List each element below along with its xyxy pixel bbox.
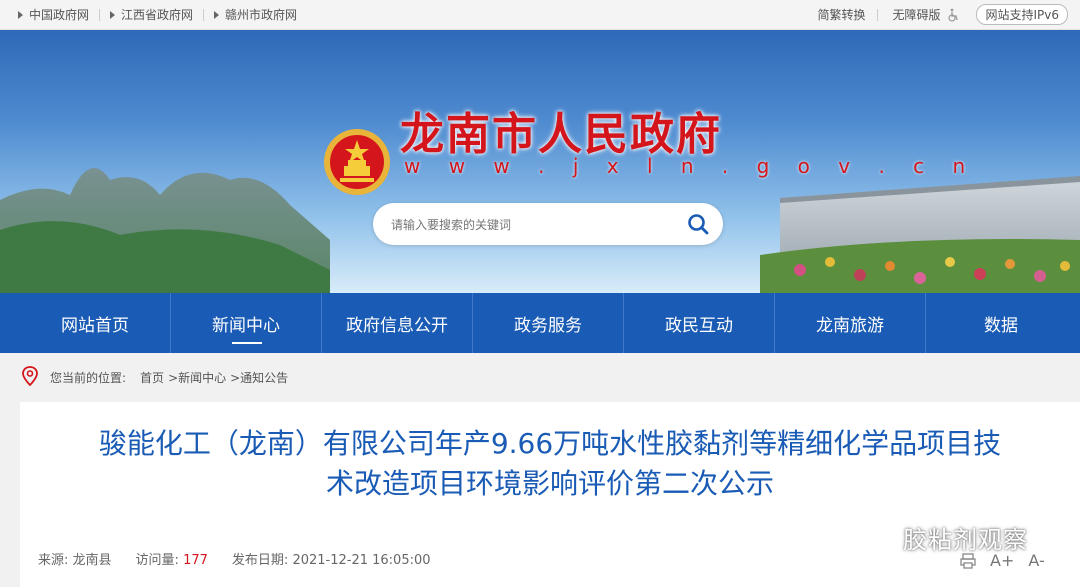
location-pin-icon — [22, 366, 38, 386]
breadcrumb-trail: 您当前的位置: 首页 >新闻中心 >通知公告 — [50, 369, 292, 386]
nav-item-interaction[interactable]: 政民互动 — [623, 293, 774, 353]
national-emblem-icon — [324, 129, 390, 195]
article-title: 骏能化工（龙南）有限公司年产9.66万吨水性胶黏剂等精细化学品项目技 术改造项目… — [20, 424, 1080, 504]
divider — [99, 8, 101, 21]
nav-item-gov-info[interactable]: 政府信息公开 — [321, 293, 472, 353]
top-link-jiangxi[interactable]: 江西省政府网 — [110, 6, 193, 23]
wechat-watermark: 胶粘剂观察 — [857, 520, 1028, 555]
search-box — [373, 203, 723, 245]
nav-item-data[interactable]: 数据 — [925, 293, 1076, 353]
print-icon[interactable] — [960, 552, 976, 569]
article-date: 发布日期: 2021-12-21 16:05:00 — [231, 553, 431, 568]
main-nav: 网站首页 新闻中心 政府信息公开 政务服务 政民互动 龙南旅游 数据 — [0, 293, 1080, 353]
font-decrease-button[interactable]: A- — [1028, 551, 1044, 570]
watermark-text: 胶粘剂观察 — [903, 526, 1028, 554]
triangle-right-icon — [110, 10, 116, 19]
breadcrumb-home[interactable]: 首页 — [140, 369, 164, 386]
top-links: 中国政府网 江西省政府网 赣州市政府网 — [18, 0, 307, 29]
article-meta: 来源: 龙南县 访问量: 177 发布日期: 2021-12-21 16:05:… — [38, 549, 455, 568]
wheelchair-icon[interactable] — [946, 8, 960, 22]
article-visits: 访问量: 177 — [135, 553, 208, 568]
top-link-gov-cn[interactable]: 中国政府网 — [18, 6, 89, 23]
wechat-icon — [858, 524, 894, 551]
divider — [203, 8, 205, 21]
breadcrumb-notices[interactable]: >通知公告 — [230, 369, 288, 386]
site-title: 龙南市人民政府 — [400, 109, 722, 160]
nav-item-services[interactable]: 政务服务 — [472, 293, 623, 353]
nav-item-news[interactable]: 新闻中心 — [170, 293, 321, 353]
nav-item-home[interactable]: 网站首页 — [20, 293, 170, 353]
search-input[interactable] — [389, 214, 673, 236]
top-bar: 中国政府网 江西省政府网 赣州市政府网 简繁转换 无障碍版 网站支持IPv6 — [0, 0, 1080, 30]
traditional-toggle[interactable]: 简繁转换 — [817, 6, 865, 23]
search-icon[interactable] — [687, 213, 709, 235]
ipv6-badge: 网站支持IPv6 — [976, 4, 1068, 25]
breadcrumb-news[interactable]: >新闻中心 — [168, 369, 226, 386]
site-url: w w w . j x l n . g o v . c n — [404, 154, 977, 178]
nav-item-tourism[interactable]: 龙南旅游 — [774, 293, 925, 353]
divider — [877, 8, 879, 21]
top-right-tools: 简繁转换 无障碍版 网站支持IPv6 — [803, 0, 1068, 29]
top-link-ganzhou[interactable]: 赣州市政府网 — [214, 6, 297, 23]
article-title-line2: 术改造项目环境影响评价第二次公示 — [325, 467, 774, 500]
article-source: 来源: 龙南县 — [38, 553, 112, 568]
breadcrumb-label: 您当前的位置: — [50, 371, 127, 385]
triangle-right-icon — [18, 10, 23, 19]
accessibility-link[interactable]: 无障碍版 — [892, 6, 940, 23]
font-increase-button[interactable]: A+ — [990, 551, 1014, 570]
article-card: 骏能化工（龙南）有限公司年产9.66万吨水性胶黏剂等精细化学品项目技 术改造项目… — [20, 402, 1080, 587]
article-tools: A+ A- — [960, 551, 1059, 570]
article-title-line1: 骏能化工（龙南）有限公司年产9.66万吨水性胶黏剂等精细化学品项目技 — [98, 427, 1002, 460]
breadcrumb: 您当前的位置: 首页 >新闻中心 >通知公告 — [0, 353, 1080, 399]
triangle-right-icon — [214, 10, 220, 19]
